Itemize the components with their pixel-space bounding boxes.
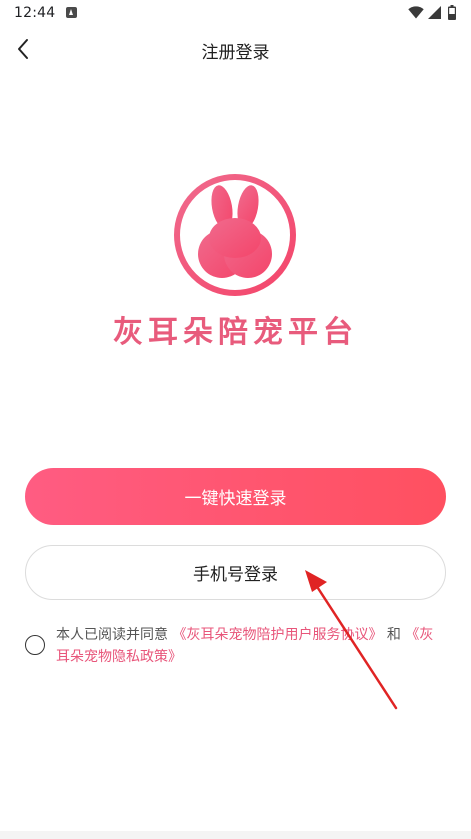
- agreement-checkbox[interactable]: [25, 635, 45, 655]
- app-notification-icon: [66, 7, 77, 18]
- agreement-conjunction: 和: [386, 627, 401, 643]
- agreement-prefix: 本人已阅读并同意: [56, 627, 168, 643]
- wifi-icon: [408, 6, 424, 19]
- login-screen: 12:44 注册登录 灰耳朵陪宠平台 一键快速登录 手机号登录 本人已阅读并同意…: [0, 0, 471, 839]
- bottom-edge: [0, 831, 471, 839]
- agreement-text: 本人已阅读并同意 《灰耳朵宠物陪护用户服务协议》 和 《灰耳朵宠物隐私政策》: [56, 624, 436, 668]
- app-name-logo-text: 灰耳朵陪宠平台: [113, 315, 358, 350]
- rabbit-logo-icon: [174, 174, 296, 296]
- signal-icon: [428, 6, 441, 19]
- page-title: 注册登录: [201, 43, 270, 63]
- status-bar: 12:44: [0, 0, 471, 26]
- phone-login-button[interactable]: 手机号登录: [25, 545, 446, 600]
- annotation-arrow: [305, 570, 398, 710]
- battery-icon: [448, 5, 456, 20]
- quick-login-button[interactable]: 一键快速登录: [25, 468, 446, 525]
- user-agreement-link[interactable]: 《灰耳朵宠物陪护用户服务协议》: [172, 627, 382, 643]
- status-time: 12:44: [14, 5, 56, 21]
